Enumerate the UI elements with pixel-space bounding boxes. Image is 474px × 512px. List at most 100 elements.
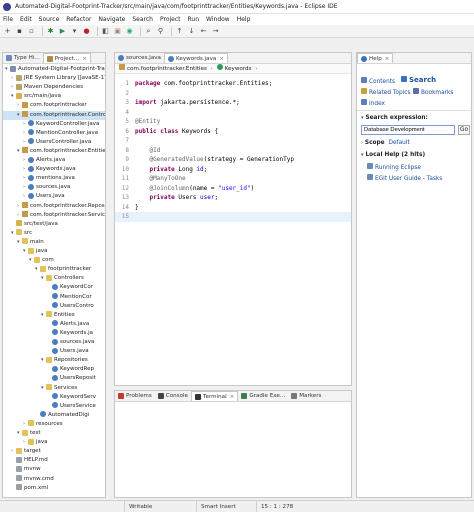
code-line[interactable]: 2 (115, 89, 351, 99)
menu-navigate[interactable]: Navigate (98, 16, 125, 23)
code-line[interactable]: 12 @JoinColumn(name = "user_id") (115, 184, 351, 194)
tree-item[interactable]: ▾ Controllers (3, 274, 105, 283)
tree-item[interactable]: UsersContro (3, 302, 105, 311)
menu-source[interactable]: Source (39, 16, 60, 23)
next-annotation-icon[interactable]: ↓ (187, 27, 196, 36)
tab-sources-java[interactable]: sources.java (115, 53, 164, 63)
tab-project-explorer[interactable]: Project... × (42, 53, 91, 64)
back-icon[interactable]: ← (199, 27, 208, 36)
tree-item[interactable]: › Users.java (3, 192, 105, 201)
tree-item[interactable]: mvnw.cmd (3, 475, 105, 484)
menu-window[interactable]: Window (206, 16, 230, 23)
menu-search[interactable]: Search (132, 16, 153, 23)
new-java-project-icon[interactable]: ◧ (101, 27, 110, 36)
tree-item[interactable]: › resources (3, 420, 105, 429)
help-nav-related[interactable]: Related Topics (361, 88, 410, 96)
breadcrumb-package[interactable]: com.footprinttracker.Entities (127, 66, 207, 72)
help-nav-bookmarks[interactable]: Bookmarks (413, 88, 453, 96)
save-icon[interactable]: ▪ (15, 27, 24, 36)
tree-item[interactable]: ▾com.footprinttracker.Controllers (3, 110, 105, 120)
code-line[interactable]: 5 @Entity (115, 117, 351, 127)
close-icon[interactable]: × (219, 54, 224, 64)
tree-item[interactable]: UsersReposit (3, 374, 105, 383)
menu-edit[interactable]: Edit (20, 16, 32, 23)
code-line[interactable]: 15 (115, 212, 351, 222)
code-line[interactable]: 3 import jakarta.persistence.*; (115, 98, 351, 108)
tree-item[interactable]: pom.xml (3, 484, 105, 493)
tree-item[interactable]: ▾ Entities (3, 311, 105, 320)
scope-default-link[interactable]: Default (389, 140, 410, 146)
tree-item[interactable]: › JRE System Library [JavaSE-17] (3, 74, 105, 83)
code-line[interactable]: 7 (115, 136, 351, 146)
open-type-icon[interactable]: ⌕ (144, 27, 153, 36)
code-line[interactable]: 6 public class Keywords { (115, 127, 351, 137)
menu-help[interactable]: Help (237, 16, 251, 23)
tree-item[interactable]: ▾ Services (3, 384, 105, 393)
close-icon[interactable]: × (230, 392, 235, 402)
code-line[interactable]: 14} (115, 203, 351, 213)
tab-problems[interactable]: Problems (115, 391, 155, 401)
tree-item[interactable]: › sources.java (3, 183, 105, 192)
menu-run[interactable]: Run (188, 16, 200, 23)
menu-project[interactable]: Project (160, 16, 181, 23)
save-all-icon[interactable]: ▫ (27, 27, 36, 36)
tree-item[interactable]: UsersService (3, 402, 105, 411)
code-line[interactable]: 10 private Long id; (115, 165, 351, 175)
tree-item[interactable]: › com.footprinttracker (3, 101, 105, 110)
forward-icon[interactable]: → (211, 27, 220, 36)
external-tools-icon[interactable]: ● (82, 27, 91, 36)
code-line[interactable]: 9 @GeneratedValue(strategy = GenerationT… (115, 155, 351, 165)
help-nav-contents[interactable]: Contents (361, 77, 395, 85)
tree-item[interactable]: AutomatedDigi (3, 411, 105, 420)
tree-item[interactable]: ▾ test (3, 429, 105, 438)
code-line[interactable]: 13 private Users user; (115, 193, 351, 203)
tree-item[interactable]: ▾ src (3, 229, 105, 238)
tree-item[interactable]: › Alerts.java (3, 156, 105, 165)
tree-item[interactable]: › Keywords.java (3, 165, 105, 174)
close-icon[interactable]: × (82, 54, 87, 64)
help-hit-running-eclipse[interactable]: Running Eclipse (367, 163, 421, 171)
tree-item[interactable]: KeywordServ (3, 393, 105, 402)
debug-icon[interactable]: ✱ (46, 27, 55, 36)
local-help-header[interactable]: ▾ Local Help (2 hits) (361, 151, 425, 158)
tree-item[interactable]: MentionCor (3, 293, 105, 302)
new-class-icon[interactable]: ◉ (125, 27, 134, 36)
tree-item[interactable]: › com.footprinttracker.Servic (3, 211, 105, 220)
tree-item[interactable]: ▾ main (3, 238, 105, 247)
tree-item[interactable]: › target (3, 447, 105, 456)
tab-terminal[interactable]: Terminal × (191, 391, 239, 402)
run-dropdown-icon[interactable]: ▾ (70, 27, 79, 36)
menu-refactor[interactable]: Refactor (66, 16, 91, 23)
code-editor[interactable]: 1 package com.footprinttracker.Entities; 2… (115, 75, 351, 385)
tree-item[interactable]: › UsersController.java (3, 138, 105, 147)
tree-item[interactable]: KeywordRep (3, 365, 105, 374)
new-package-icon[interactable]: ▣ (113, 27, 122, 36)
code-line[interactable]: 4 (115, 108, 351, 118)
tree-item[interactable]: src/test/java (3, 220, 105, 229)
help-hit-egit-guide[interactable]: EGit User Guide - Tasks (367, 174, 442, 182)
help-nav-index[interactable]: Index (361, 99, 385, 107)
search-icon[interactable]: ⚲ (156, 27, 165, 36)
tree-item[interactable]: HELP.md (3, 456, 105, 465)
go-button[interactable]: Go (458, 125, 470, 135)
tab-console[interactable]: Console (155, 391, 191, 401)
tree-item[interactable]: › KeywordController.java (3, 120, 105, 129)
tree-item[interactable]: › com.footprinttracker.Repos (3, 202, 105, 211)
menu-file[interactable]: File (3, 16, 13, 23)
tree-item[interactable]: ▾Automated-Digital-Footprint-Tracker (3, 65, 105, 74)
breadcrumb-class[interactable]: Keywords (225, 66, 252, 72)
tab-markers[interactable]: Markers (288, 391, 324, 401)
tree-item[interactable]: mvnw (3, 465, 105, 474)
tree-item[interactable]: KeywordCor (3, 283, 105, 292)
tab-gradle-exe[interactable]: Gradle Exe... (238, 391, 288, 401)
tree-item[interactable]: › java (3, 438, 105, 447)
tree-item[interactable]: Alerts.java (3, 320, 105, 329)
tree-item[interactable]: ▾ Repositories (3, 356, 105, 365)
prev-annotation-icon[interactable]: ↑ (175, 27, 184, 36)
tab-keywords-java[interactable]: Keywords.java × (164, 53, 228, 63)
help-nav-search[interactable]: Search (401, 76, 436, 84)
tree-item[interactable]: ▾ footprinttracker (3, 265, 105, 274)
tree-item[interactable]: sources.java (3, 338, 105, 347)
tree-item[interactable]: › mentions.java (3, 174, 105, 183)
tree-item[interactable]: ▾ java (3, 247, 105, 256)
